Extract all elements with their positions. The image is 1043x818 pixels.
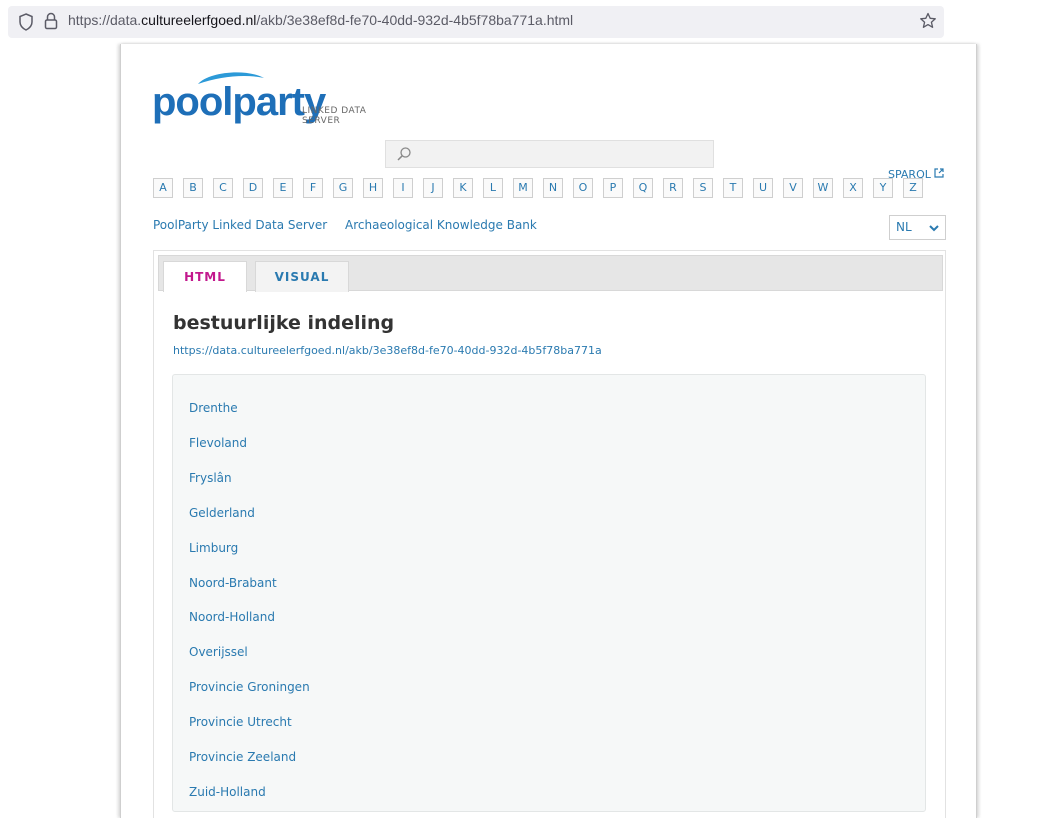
tab-bar: HTML VISUAL — [158, 255, 943, 292]
list-item[interactable]: Provincie Zeeland — [189, 750, 296, 764]
list-item[interactable]: Flevoland — [189, 436, 247, 450]
alphabet-letter-l[interactable]: L — [483, 178, 503, 198]
alphabet-letter-p[interactable]: P — [603, 178, 623, 198]
alphabet-letter-h[interactable]: H — [363, 178, 383, 198]
alphabet-letter-r[interactable]: R — [663, 178, 683, 198]
browser-toolbar: https://data.cultureelerfgoed.nl/akb/3e3… — [0, 0, 1043, 44]
alphabet-letter-s[interactable]: S — [693, 178, 713, 198]
alphabet-letter-c[interactable]: C — [213, 178, 233, 198]
list-item[interactable]: Gelderland — [189, 506, 255, 520]
shield-icon[interactable] — [18, 13, 34, 31]
alphabet-letter-a[interactable]: A — [153, 178, 173, 198]
language-select[interactable]: NL — [889, 215, 946, 240]
alphabet-letter-x[interactable]: X — [843, 178, 863, 198]
alphabet-letter-t[interactable]: T — [723, 178, 743, 198]
alphabet-letter-n[interactable]: N — [543, 178, 563, 198]
alphabet-letter-u[interactable]: U — [753, 178, 773, 198]
alphabet-letter-e[interactable]: E — [273, 178, 293, 198]
list-item[interactable]: Fryslân — [189, 471, 232, 485]
alphabet-letter-f[interactable]: F — [303, 178, 323, 198]
narrower-list: Drenthe Flevoland Fryslân Gelderland Limburg… — [172, 374, 926, 812]
breadcrumb: PoolParty Linked Data Server Archaeologi… — [153, 218, 551, 232]
search-input[interactable] — [385, 140, 714, 168]
alphabet-letter-v[interactable]: V — [783, 178, 803, 198]
alphabet-letter-k[interactable]: K — [453, 178, 473, 198]
list-item[interactable]: Noord-Brabant — [189, 576, 277, 590]
alphabet-index: ABCDEFGHIJKLMNOPQRSTUVWXYZ — [153, 178, 933, 198]
alphabet-letter-q[interactable]: Q — [633, 178, 653, 198]
search-icon — [397, 147, 411, 161]
list-item[interactable]: Drenthe — [189, 401, 238, 415]
page-title: bestuurlijke indeling — [173, 312, 395, 334]
poolparty-logo[interactable]: poolparty LINKED DATA SERVER — [152, 70, 382, 132]
url-text[interactable]: https://data.cultureelerfgoed.nl/akb/3e3… — [68, 12, 573, 28]
list-item[interactable]: Provincie Utrecht — [189, 715, 292, 729]
list-item[interactable]: Noord-Holland — [189, 610, 275, 624]
alphabet-letter-o[interactable]: O — [573, 178, 593, 198]
alphabet-letter-w[interactable]: W — [813, 178, 833, 198]
logo-subtitle: LINKED DATA SERVER — [302, 106, 367, 126]
alphabet-letter-i[interactable]: I — [393, 178, 413, 198]
list-item[interactable]: Zuid-Holland — [189, 785, 266, 799]
list-item[interactable]: Limburg — [189, 541, 238, 555]
list-item[interactable]: Provincie Groningen — [189, 680, 310, 694]
external-link-icon — [934, 168, 944, 178]
bookmark-star-icon[interactable] — [919, 12, 937, 30]
alphabet-letter-b[interactable]: B — [183, 178, 203, 198]
alphabet-letter-d[interactable]: D — [243, 178, 263, 198]
alphabet-letter-g[interactable]: G — [333, 178, 353, 198]
tab-visual[interactable]: VISUAL — [255, 261, 349, 292]
concept-uri-link[interactable]: https://data.cultureelerfgoed.nl/akb/3e3… — [173, 344, 602, 357]
alphabet-letter-y[interactable]: Y — [873, 178, 893, 198]
alphabet-letter-z[interactable]: Z — [903, 178, 923, 198]
tab-html[interactable]: HTML — [163, 261, 247, 292]
chevron-down-icon — [929, 225, 939, 232]
logo-wordmark: poolparty — [152, 80, 326, 124]
breadcrumb-project[interactable]: Archaeological Knowledge Bank — [345, 218, 537, 232]
alphabet-letter-m[interactable]: M — [513, 178, 533, 198]
list-item[interactable]: Overijssel — [189, 645, 248, 659]
breadcrumb-server[interactable]: PoolParty Linked Data Server — [153, 218, 327, 232]
lock-icon[interactable] — [44, 12, 58, 30]
alphabet-letter-j[interactable]: J — [423, 178, 443, 198]
